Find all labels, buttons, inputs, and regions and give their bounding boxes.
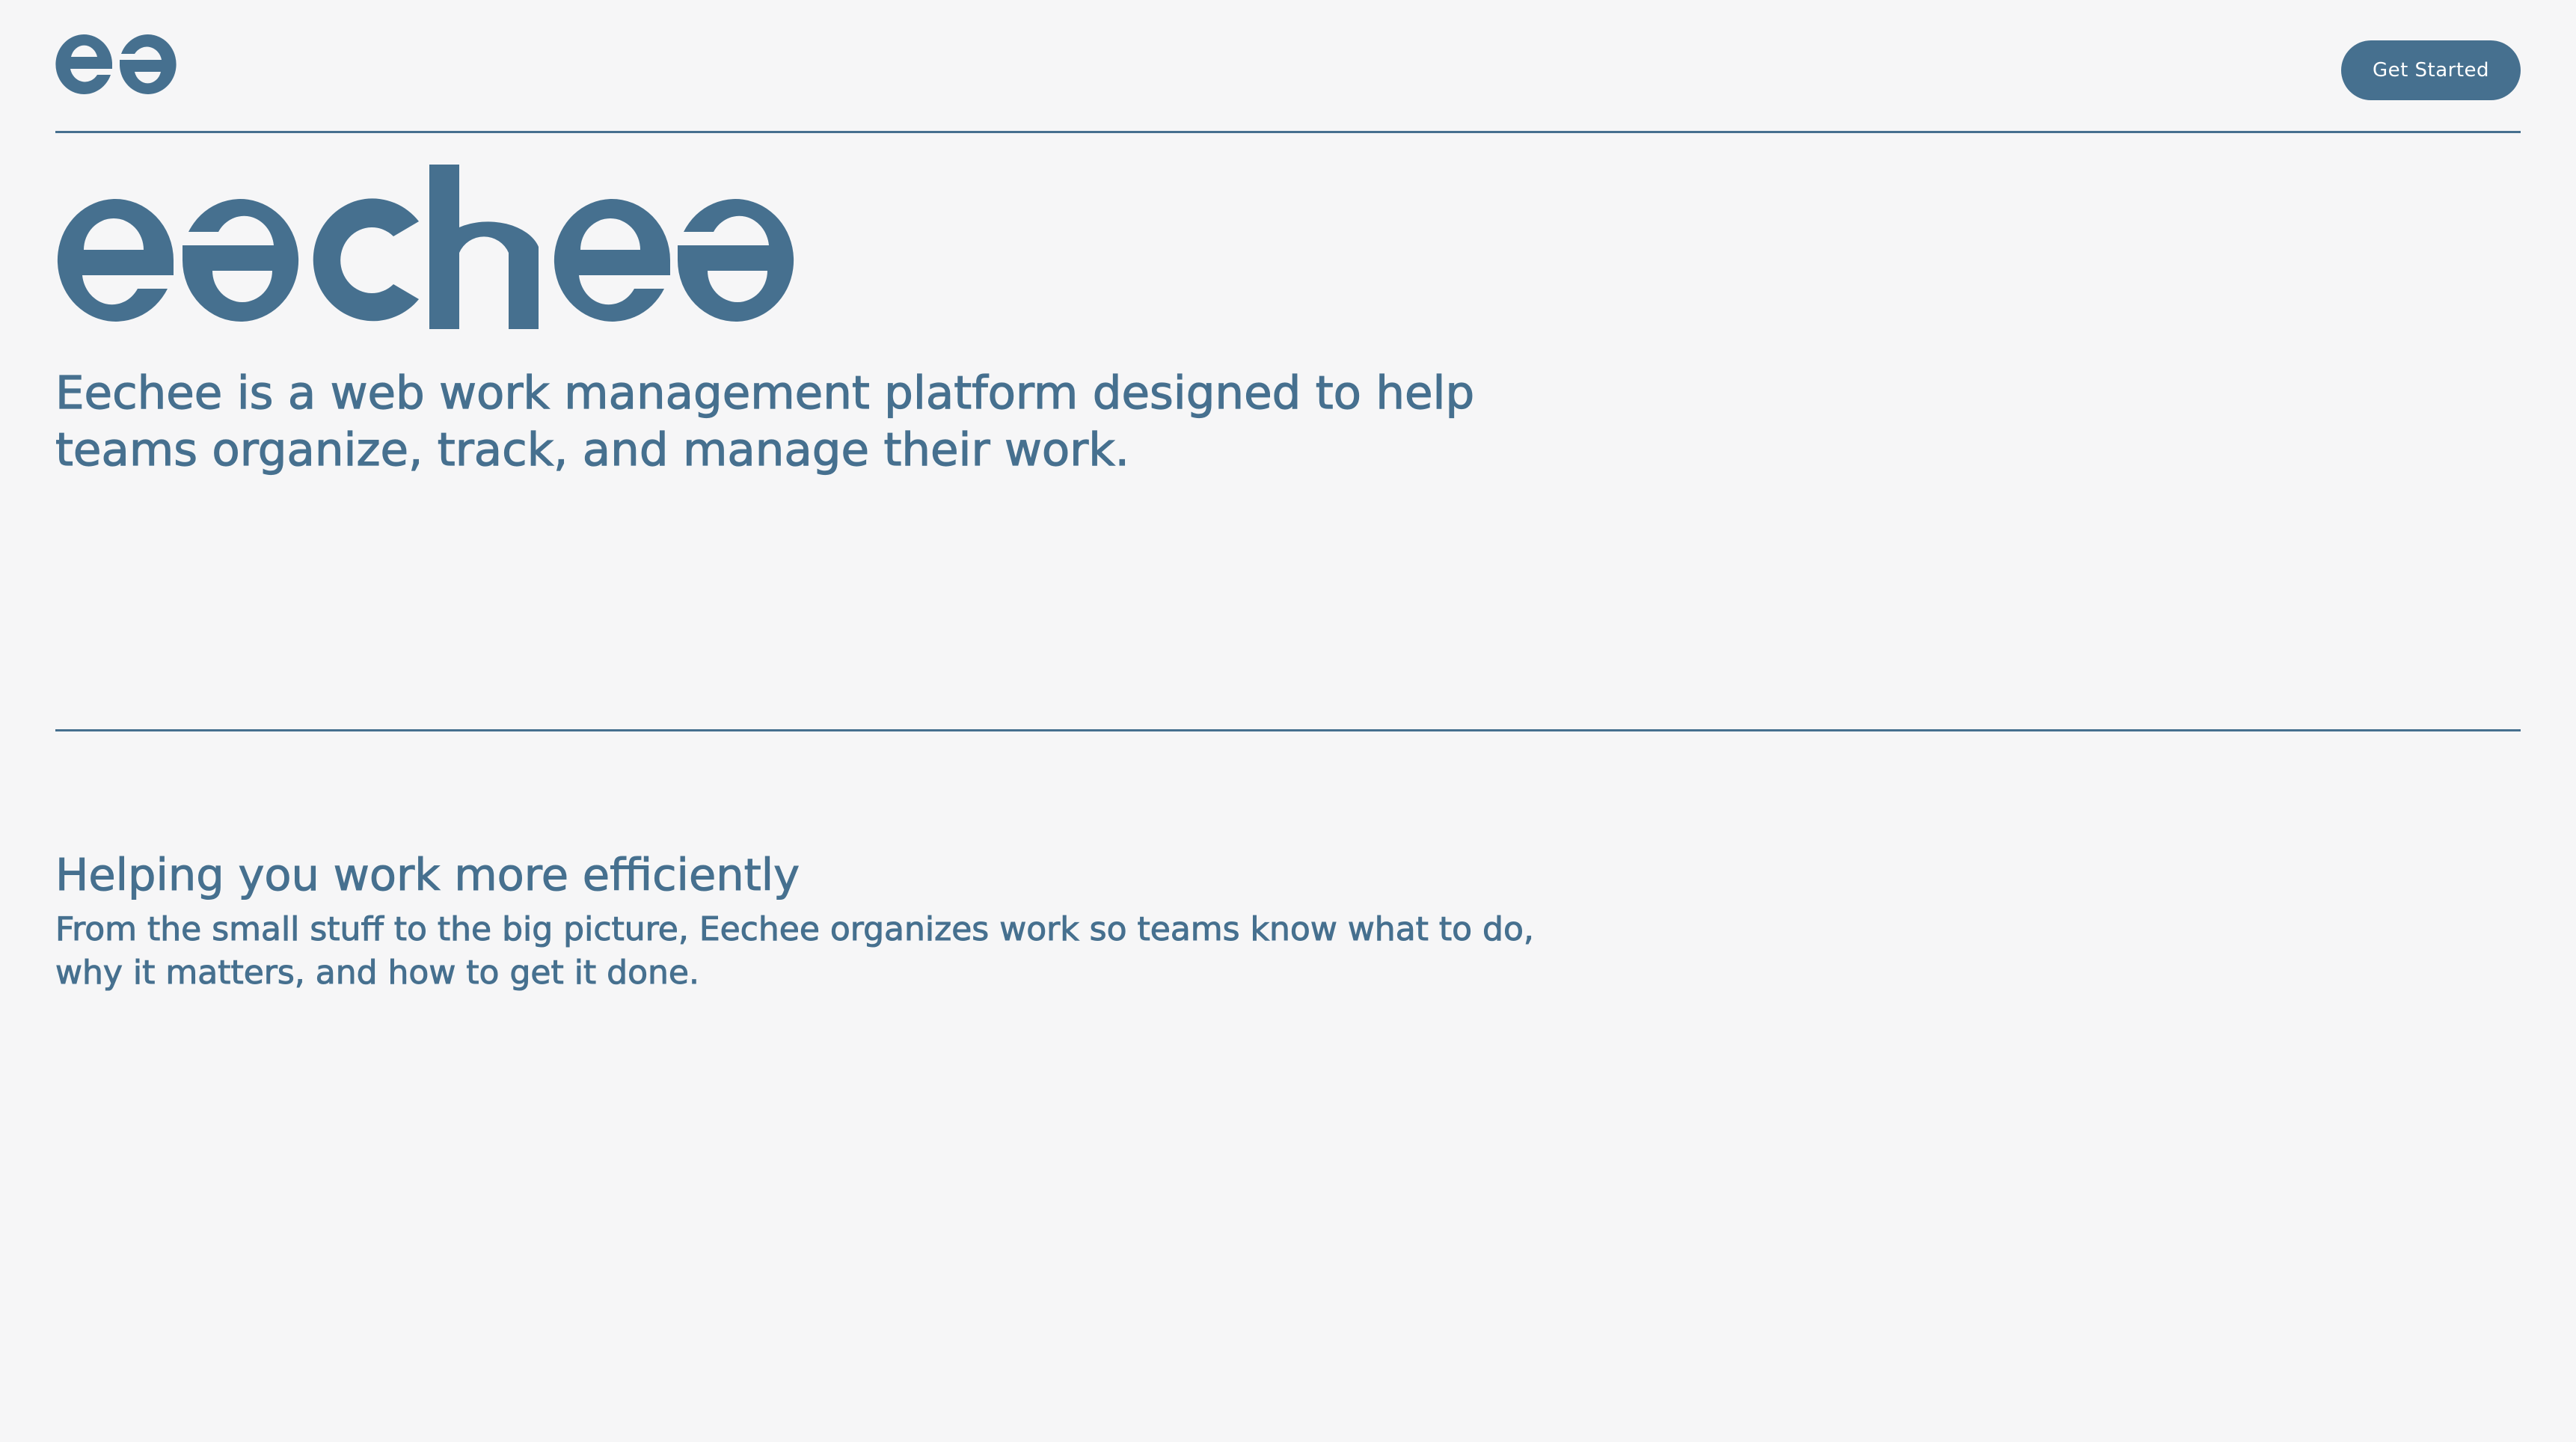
site-header: Get Started bbox=[55, 0, 2521, 133]
eechee-wordmark-logo bbox=[57, 165, 794, 329]
section-title: Helping you work more efficiently bbox=[55, 849, 800, 901]
section-body: From the small stuff to the big picture,… bbox=[55, 910, 1535, 992]
ee-logo-icon[interactable] bbox=[55, 28, 177, 100]
hero-description: Eechee is a web work management platform… bbox=[55, 366, 1475, 476]
get-started-button[interactable]: Get Started bbox=[2341, 40, 2521, 100]
section-divider bbox=[55, 729, 2521, 731]
